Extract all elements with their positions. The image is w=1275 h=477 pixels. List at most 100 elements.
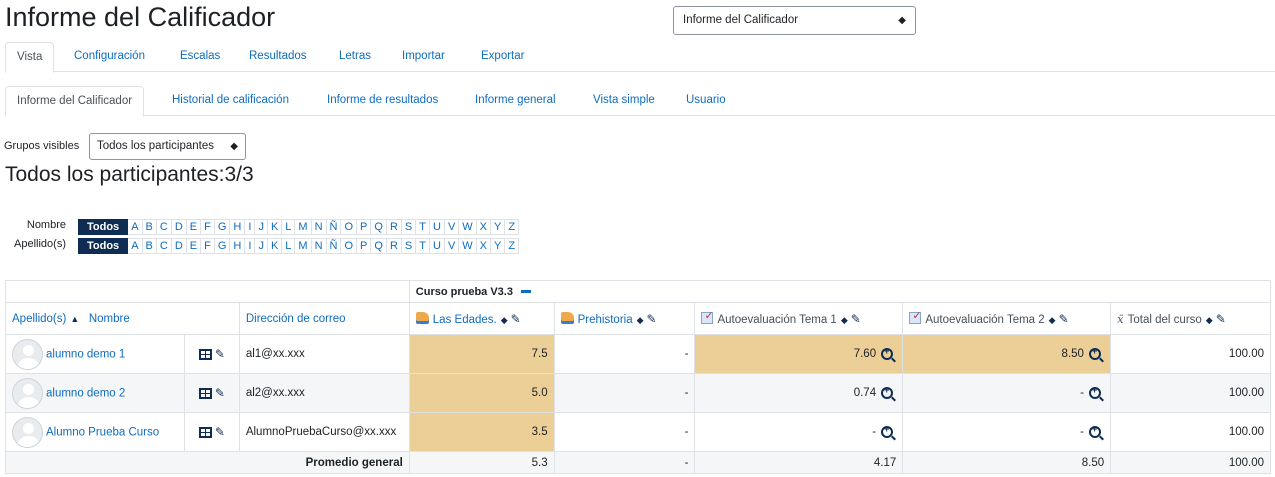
item-header-edades[interactable]: Las Edades. ◆ ✎ — [408, 302, 555, 335]
lastname-sort-link[interactable]: Apellido(s) — [12, 313, 66, 325]
item-name[interactable]: Autoevaluación Tema 2 — [925, 314, 1044, 326]
initial-letter[interactable]: T — [416, 238, 430, 254]
grid-icon[interactable] — [198, 388, 212, 400]
student-name-link[interactable]: alumno demo 1 — [46, 348, 125, 360]
zoom-in-icon[interactable] — [881, 424, 894, 438]
initial-letter[interactable]: K — [267, 219, 283, 235]
initial-letter[interactable]: O — [341, 219, 358, 235]
sort-icon[interactable]: ◆ — [637, 315, 644, 325]
initial-letter[interactable]: N — [311, 238, 327, 254]
initial-letter[interactable]: Ñ — [326, 219, 342, 235]
tab-informe-calificador[interactable]: Informe del Calificador — [5, 86, 145, 117]
student-cell[interactable]: Alumno Prueba Curso — [5, 412, 185, 452]
tab-historial[interactable]: Historial de calificación — [161, 86, 300, 117]
tab-configuracion[interactable]: Configuración — [63, 42, 156, 73]
total-cell[interactable]: 100.00 — [1110, 334, 1271, 374]
report-type-select[interactable]: Informe del Calificador ◆ — [673, 6, 916, 35]
zoom-in-icon[interactable] — [1088, 385, 1101, 399]
initial-letter[interactable]: R — [386, 219, 402, 235]
initial-letter[interactable]: P — [357, 238, 372, 254]
grade-cell[interactable]: - — [553, 373, 696, 413]
initial-letter[interactable]: J — [255, 219, 268, 235]
student-name-link[interactable]: Alumno Prueba Curso — [46, 426, 159, 438]
sort-icon[interactable]: ◆ — [1049, 315, 1056, 325]
tab-resultados[interactable]: Resultados — [238, 42, 318, 73]
edit-icon[interactable]: ✎ — [1216, 312, 1226, 326]
grade-cell[interactable]: - — [553, 412, 696, 452]
initial-letter[interactable]: V — [444, 238, 460, 254]
initial-letter[interactable]: I — [245, 219, 256, 235]
grade-cell[interactable]: - — [694, 412, 904, 452]
grade-cell[interactable]: 5.0 — [408, 373, 555, 413]
initial-letter[interactable]: I — [245, 238, 256, 254]
initial-letter[interactable]: R — [386, 238, 402, 254]
item-name[interactable]: Las Edades. — [433, 314, 497, 326]
tab-escalas[interactable]: Escalas — [169, 42, 231, 73]
initial-letter[interactable]: A — [128, 238, 143, 254]
initial-letter[interactable]: C — [156, 238, 172, 254]
initial-letter[interactable]: N — [311, 219, 327, 235]
edit-icon[interactable]: ✎ — [1059, 312, 1069, 326]
initial-letter[interactable]: C — [156, 219, 172, 235]
tab-importar[interactable]: Importar — [391, 42, 456, 73]
initial-letter[interactable]: P — [357, 219, 372, 235]
initial-letter[interactable]: Y — [491, 238, 506, 254]
initial-letter[interactable]: H — [230, 219, 246, 235]
edit-icon[interactable]: ✎ — [215, 386, 225, 400]
student-cell[interactable]: alumno demo 2 — [5, 373, 185, 413]
initial-letter[interactable]: W — [459, 238, 477, 254]
initial-letter[interactable]: O — [341, 238, 358, 254]
initial-letter[interactable]: Q — [371, 219, 387, 235]
avatar[interactable] — [12, 377, 43, 409]
total-cell[interactable]: 100.00 — [1110, 373, 1271, 413]
grid-icon[interactable] — [198, 349, 212, 361]
sort-icon[interactable]: ◆ — [1206, 315, 1213, 325]
total-cell[interactable]: 100.00 — [1110, 412, 1271, 452]
tab-informe-general[interactable]: Informe general — [464, 86, 567, 117]
edit-icon[interactable]: ✎ — [215, 425, 225, 439]
initial-letter[interactable]: X — [476, 238, 492, 254]
initial-letter[interactable]: V — [444, 219, 460, 235]
initial-letter[interactable]: U — [429, 238, 445, 254]
initial-letter[interactable]: Ñ — [326, 238, 342, 254]
zoom-in-icon[interactable] — [1088, 424, 1101, 438]
initial-letter[interactable]: S — [401, 219, 417, 235]
initial-all[interactable]: Todos — [78, 238, 129, 254]
edit-icon[interactable]: ✎ — [511, 312, 521, 326]
initial-letter[interactable]: U — [429, 219, 445, 235]
firstname-sort-link[interactable]: Nombre — [89, 313, 130, 325]
grade-cell[interactable]: 3.5 — [408, 412, 555, 452]
initial-letter[interactable]: Y — [491, 219, 506, 235]
initial-letter[interactable]: X — [476, 219, 492, 235]
grade-cell[interactable]: 0.74 — [694, 373, 904, 413]
initial-letter[interactable]: W — [459, 219, 477, 235]
grade-cell[interactable]: 7.60 — [694, 334, 904, 374]
initial-letter[interactable]: E — [186, 219, 202, 235]
initial-letter[interactable]: Z — [505, 219, 520, 235]
initial-letter[interactable]: M — [295, 219, 312, 235]
initial-letter[interactable]: E — [186, 238, 202, 254]
initial-letter[interactable]: G — [214, 238, 231, 254]
grade-cell[interactable]: 8.50 — [902, 334, 1112, 374]
tab-letras[interactable]: Letras — [328, 42, 382, 73]
item-name[interactable]: Autoevaluación Tema 1 — [717, 314, 836, 326]
tab-vista[interactable]: Vista — [5, 42, 55, 73]
item-header-tema2[interactable]: Autoevaluación Tema 2 ◆✎ — [902, 302, 1112, 335]
initial-letter[interactable]: D — [171, 238, 187, 254]
student-name-link[interactable]: alumno demo 2 — [46, 387, 125, 399]
zoom-in-icon[interactable] — [881, 385, 894, 399]
initial-letter[interactable]: B — [142, 238, 157, 254]
sort-icon[interactable]: ◆ — [841, 315, 848, 325]
initial-letter[interactable]: J — [255, 238, 268, 254]
grade-cell[interactable]: - — [902, 373, 1112, 413]
initial-letter[interactable]: F — [201, 238, 215, 254]
zoom-in-icon[interactable] — [1088, 346, 1101, 360]
initial-letter[interactable]: M — [295, 238, 312, 254]
zoom-in-icon[interactable] — [881, 346, 894, 360]
initial-letter[interactable]: K — [267, 238, 283, 254]
initial-letter[interactable]: L — [282, 238, 296, 254]
initial-letter[interactable]: F — [201, 219, 215, 235]
tab-informe-resultados[interactable]: Informe de resultados — [316, 86, 449, 117]
initial-letter[interactable]: L — [282, 219, 296, 235]
avatar[interactable] — [12, 416, 43, 448]
